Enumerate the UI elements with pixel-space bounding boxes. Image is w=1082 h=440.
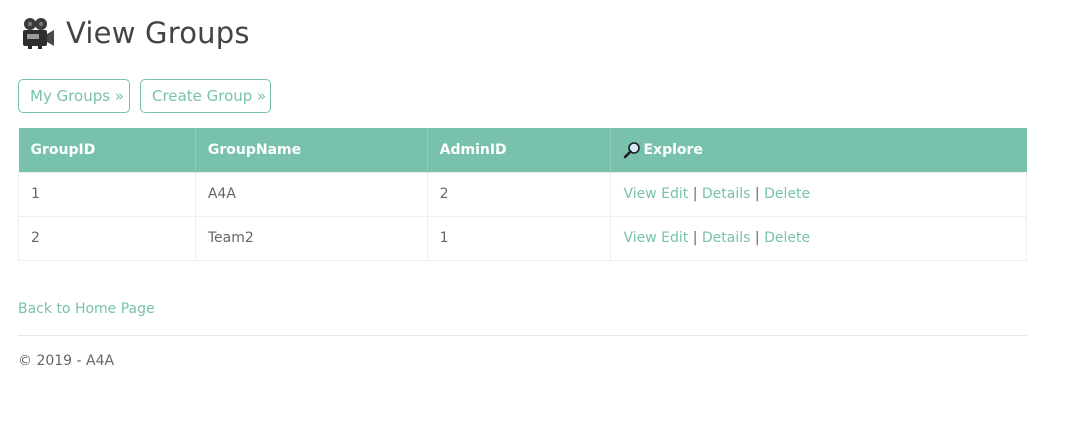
delete-link[interactable]: Delete: [764, 186, 810, 202]
create-group-button[interactable]: Create Group »: [140, 79, 271, 113]
cell-groupname: Team2: [194, 215, 428, 261]
details-link[interactable]: Details: [702, 230, 751, 246]
page: View Groups My Groups » Create Group » G…: [0, 0, 1082, 440]
column-header-groupid: GroupID: [18, 128, 196, 172]
groups-table: GroupID GroupName AdminID Explore 1 A4A …: [18, 128, 1027, 261]
cell-adminid: 2: [426, 171, 612, 217]
explore-header-label: Explore: [643, 141, 703, 158]
cell-groupid: 2: [18, 215, 196, 261]
table-header-row: GroupID GroupName AdminID Explore: [18, 128, 1027, 172]
link-separator: |: [754, 230, 760, 246]
cell-explore: View Edit | Details | Delete: [610, 171, 1027, 217]
table-row: 2 Team2 1 View Edit | Details | Delete: [18, 215, 1027, 261]
details-link[interactable]: Details: [702, 186, 751, 202]
page-title: View Groups: [66, 16, 250, 50]
cell-groupid: 1: [18, 171, 196, 217]
magnifier-icon: [623, 141, 641, 159]
link-separator: |: [692, 186, 698, 202]
page-header: View Groups: [20, 13, 250, 53]
table-row: 1 A4A 2 View Edit | Details | Delete: [18, 171, 1027, 217]
action-buttons: My Groups » Create Group »: [18, 79, 271, 113]
my-groups-button[interactable]: My Groups »: [18, 79, 130, 113]
cell-adminid: 1: [426, 215, 612, 261]
footer-divider: [18, 335, 1027, 336]
view-edit-link[interactable]: View Edit: [623, 186, 688, 202]
column-header-explore: Explore: [610, 128, 1027, 172]
back-to-home-link[interactable]: Back to Home Page: [18, 301, 155, 317]
link-separator: |: [754, 186, 760, 202]
cell-explore: View Edit | Details | Delete: [610, 215, 1027, 261]
footer-copyright: © 2019 - A4A: [18, 353, 115, 369]
delete-link[interactable]: Delete: [764, 230, 810, 246]
movie-camera-icon: [20, 15, 56, 51]
link-separator: |: [692, 230, 698, 246]
cell-groupname: A4A: [194, 171, 428, 217]
column-header-groupname: GroupName: [195, 128, 428, 172]
column-header-adminid: AdminID: [427, 128, 612, 172]
view-edit-link[interactable]: View Edit: [623, 230, 688, 246]
